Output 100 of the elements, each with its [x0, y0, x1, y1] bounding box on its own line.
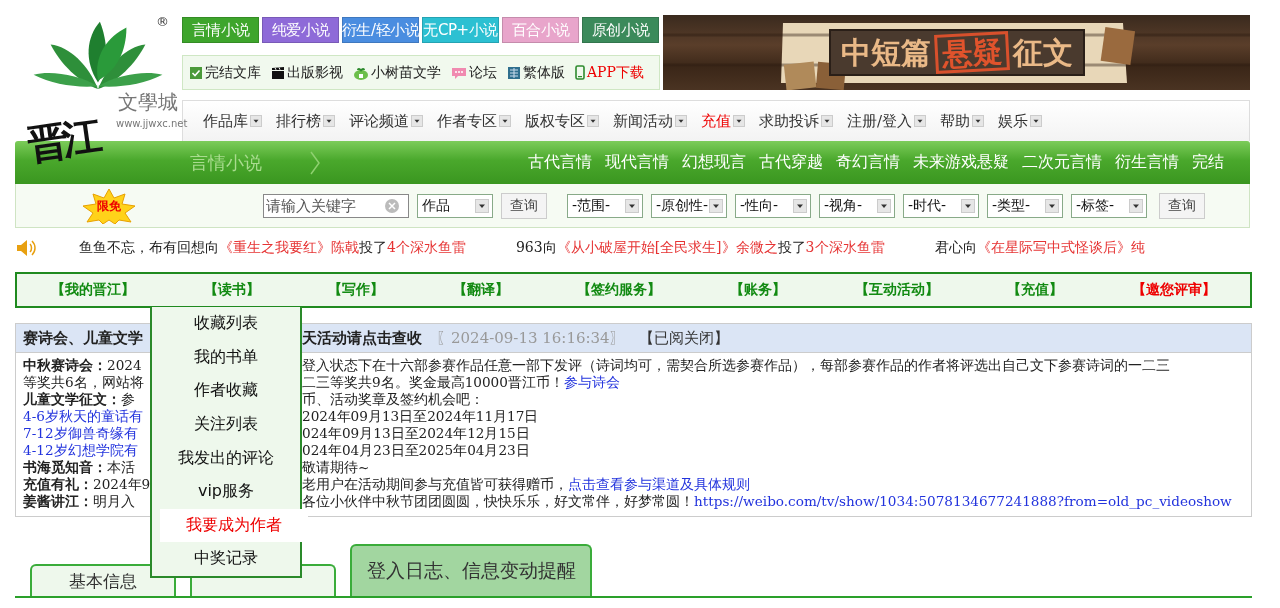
quick-link[interactable]: 出版影视 — [271, 63, 343, 82]
quick-link[interactable]: 论坛 — [451, 63, 497, 82]
logo-name: 文學城 — [118, 92, 178, 112]
notice-text: 老用户在活动期间参与充值皆可获得赠币，点击查看参与渠道及具体规则 — [302, 476, 751, 493]
chevron-icon — [310, 150, 320, 175]
caret-icon — [1030, 115, 1043, 127]
sprout-icon — [353, 65, 369, 80]
caret-icon — [914, 115, 927, 127]
menu-item[interactable]: 排行榜 — [276, 111, 335, 131]
menu-item[interactable]: 帮助 — [940, 111, 985, 131]
notice-text: 2024年09月13日至2024年11月17日 — [302, 408, 540, 425]
menu-item[interactable]: 娱乐 — [998, 111, 1043, 131]
filter-select[interactable]: -类型- — [987, 193, 1063, 218]
menu-item[interactable]: 新闻活动 — [613, 111, 687, 131]
quick-link[interactable]: 繁体版 — [507, 63, 565, 82]
notice-text: 各位小伙伴中秋节团团圆圆，快快乐乐，好文常伴，好梦常圆！https://weibo.com/tv/show/1034:5078134677241888?from=old_pc_videoshow — [302, 493, 1233, 510]
link[interactable]: 4-12岁幻想学院有 — [23, 442, 138, 458]
ticker-message[interactable]: 963向《从小破屋开始[全民求生]》余微之投了3个深水鱼雷 — [515, 239, 885, 257]
notice-text: 中秋赛诗会：2024 — [23, 357, 143, 374]
checkbox-icon — [189, 65, 203, 80]
caret-icon — [250, 115, 262, 127]
photo-stamp — [1100, 27, 1136, 65]
banner-title: 中短篇 — [840, 36, 931, 69]
filter-select[interactable]: -原创性- — [651, 193, 727, 218]
quick-link[interactable]: APP下载 — [575, 63, 644, 82]
caret-icon — [1045, 198, 1059, 213]
tab[interactable]: 登入日志、信息变动提醒 — [350, 544, 592, 596]
photo-stamp — [783, 61, 817, 90]
account-nav-item[interactable]: 【邀您评审】 — [1131, 281, 1216, 299]
link[interactable]: 4-6岁秋天的童话有 — [23, 408, 143, 424]
scope-select[interactable]: 作品 — [417, 193, 493, 218]
filter-select[interactable]: -性向- — [735, 193, 811, 218]
account-nav-item[interactable]: 【翻译】 — [452, 281, 509, 299]
caret-icon — [1129, 198, 1143, 213]
caret-icon — [475, 198, 489, 213]
menu-item[interactable]: 作品库 — [203, 111, 262, 131]
caret-icon — [625, 198, 639, 213]
caret-icon — [675, 115, 687, 127]
menu-item[interactable]: 充值 — [701, 111, 745, 131]
registered-mark: ® — [156, 14, 169, 29]
menu-item[interactable]: 注册/登入 — [847, 111, 927, 131]
link[interactable]: https://weibo.com/tv/show/1034:5078134677241888?from=old_pc_videoshow — [694, 493, 1232, 509]
speech-bubble-icon — [451, 65, 467, 80]
logo-url: www.jjwxc.net — [116, 118, 188, 129]
menu-item[interactable]: 我要成为作者 — [160, 508, 308, 543]
channel-tab[interactable]: 纯爱小说 — [262, 17, 339, 43]
logo-calligraphy: 晋江 — [25, 115, 99, 165]
filter-select[interactable]: -时代- — [903, 193, 979, 218]
tab[interactable]: 基本信息 — [30, 564, 176, 596]
notice-text: 姜酱讲江：明月入 — [23, 493, 136, 510]
filter-select[interactable]: -范围- — [567, 193, 643, 218]
notice-text: 登入状态下在十六部参赛作品任意一部下发评（诗词均可，需契合所选参赛作品），每部参赛作品的作者将评选出自己文下参赛诗词的一二三 — [302, 357, 1171, 374]
search-button[interactable]: 查询 — [501, 192, 547, 219]
speaker-icon — [15, 238, 37, 258]
notice-text: 敬请期待~ — [302, 459, 371, 476]
filter-select[interactable]: -视角- — [819, 193, 895, 218]
ticker-message[interactable]: 君心向《在星际写中式怪谈后》纯 — [934, 239, 1145, 257]
notice-time: 〖2024-09-13 16:16:34〗 — [436, 328, 625, 348]
caret-icon — [411, 115, 423, 127]
link[interactable]: 点击查看参与渠道及具体规则 — [568, 476, 750, 492]
close-link[interactable]: 【已阅关闭】 — [638, 328, 729, 348]
link[interactable]: 参与诗会 — [563, 374, 620, 390]
banner-title: 悬疑 — [933, 31, 1010, 74]
caret-icon — [972, 115, 985, 127]
menu-item[interactable]: 作者专区 — [437, 111, 511, 131]
caret-icon — [793, 198, 807, 213]
account-nav-item[interactable]: 【读书】 — [203, 281, 260, 299]
notice-text: 024年09月13日至2024年12月15日 — [302, 425, 531, 442]
ticker-message[interactable]: 鱼鱼不忘，布有回想向《重生之我要红》陈戟投了4个深水鱼雷 — [79, 239, 466, 257]
account-nav-item[interactable]: 【账务】 — [730, 281, 786, 299]
account-nav-item[interactable]: 【写作】 — [328, 281, 385, 299]
notice-text: 024年04月23日至2025年04月23日 — [302, 442, 531, 459]
channel-tab[interactable]: 原创小说 — [582, 17, 659, 43]
account-nav-item[interactable]: 【签约服务】 — [577, 281, 662, 299]
account-nav-item[interactable]: 【充值】 — [1007, 281, 1064, 299]
link[interactable]: 7-12岁御兽奇缘有 — [23, 425, 138, 441]
notice-text: 充值有礼：2024年9 — [23, 476, 150, 493]
menu-item[interactable]: 评论频道 — [349, 111, 423, 131]
notice-text: 等奖共6名，网站将 — [23, 374, 145, 391]
caret-icon — [877, 198, 891, 213]
notice-title: 赛诗会、儿童文学 — [23, 328, 144, 348]
search-field[interactable]: 请输入关键字 — [263, 193, 409, 218]
filter-search-button[interactable]: 查询 — [1159, 192, 1205, 219]
account-nav-item[interactable]: 【我的晋江】 — [51, 281, 136, 299]
banner-ad[interactable]: 中短篇 悬疑 征文 — [663, 15, 1250, 90]
banner-title: 征文 — [1012, 36, 1073, 69]
notice-title: 天活动请点击查收 — [302, 328, 422, 348]
quick-link[interactable]: 小树苗文学 — [353, 63, 441, 82]
account-nav-item[interactable]: 【互动活动】 — [854, 281, 939, 299]
menu-item[interactable]: 求助投诉 — [759, 111, 833, 131]
genre-title: 言情小说 — [190, 150, 262, 175]
caret-icon — [961, 198, 975, 213]
caret-icon — [587, 115, 599, 127]
phone-icon — [575, 65, 585, 80]
notice-text: 币、活动奖章及签约机会吧： — [302, 391, 485, 408]
menu-item[interactable]: 版权专区 — [525, 111, 599, 131]
quick-link[interactable]: 完结文库 — [189, 63, 261, 82]
filter-select[interactable]: -标签- — [1071, 193, 1147, 218]
notice-text: 二三等奖共9名。奖金最高10000晋江币！参与诗会 — [302, 374, 621, 391]
caret-icon — [499, 115, 511, 127]
